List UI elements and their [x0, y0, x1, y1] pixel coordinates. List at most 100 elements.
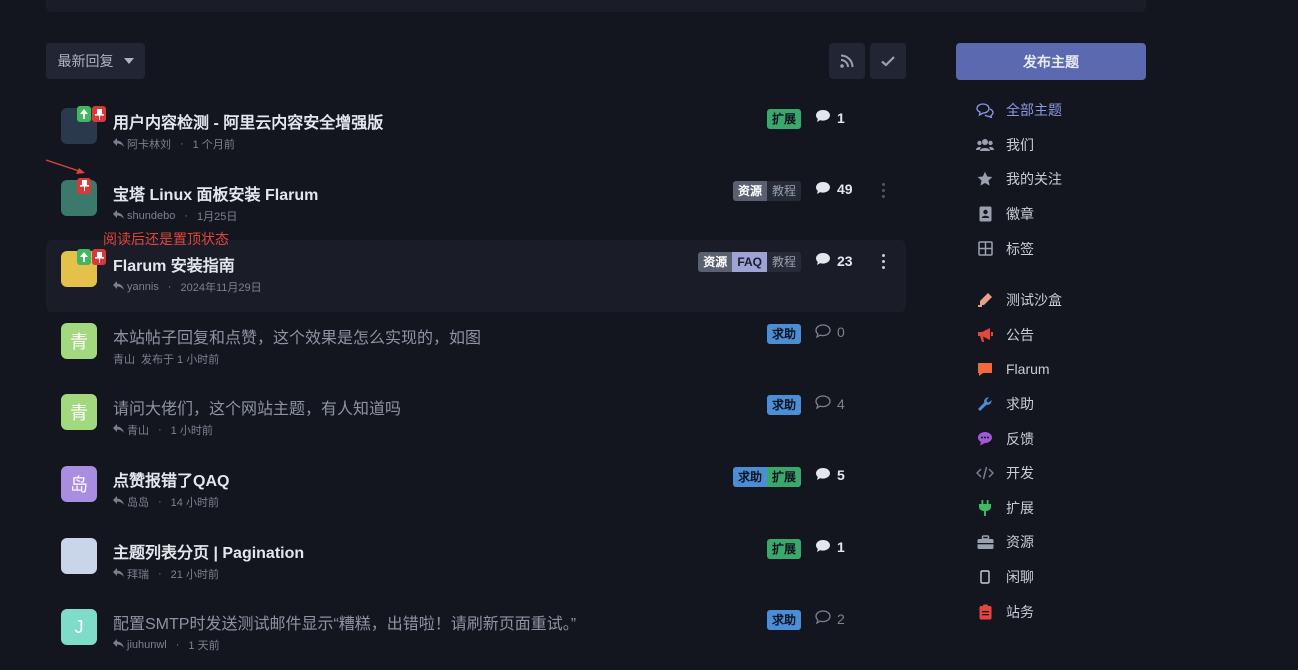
discussion-row[interactable]: 主题列表分页 | Pagination 拜瑞 · 21 小时前 扩展 1	[46, 527, 906, 599]
sidebar-item[interactable]: 标签	[956, 231, 1146, 266]
username[interactable]: 青山	[113, 351, 135, 367]
tag-list: 资源 FAQ 教程	[698, 252, 801, 273]
sidebar-item[interactable]: 反馈	[956, 421, 1146, 456]
avatar[interactable]: 岛	[61, 465, 97, 502]
sidebar-item[interactable]: 站务	[956, 594, 1146, 629]
username[interactable]: shundebo	[127, 210, 175, 222]
tag-label[interactable]: 求助	[732, 466, 767, 487]
discussion-row[interactable]: Flarum 安装指南 yannis · 2024年11月29日 资源 FAQ 教程 23	[46, 240, 906, 312]
avatar[interactable]	[61, 537, 97, 574]
sidebar-item-label: 站务	[1006, 603, 1034, 620]
reply-count[interactable]: 4	[815, 395, 845, 412]
discussion-title[interactable]: Flarum 安装指南	[113, 252, 235, 276]
sidebar-item[interactable]: 闲聊	[956, 560, 1146, 595]
tag-label[interactable]: 求助	[766, 395, 801, 416]
sort-dropdown[interactable]: 最新回复	[46, 43, 145, 79]
discussion-row[interactable]: J 配置SMTP时发送测试邮件显示“糟糕，出错啦！请刷新页面重试。” jiuhunw…	[46, 598, 906, 670]
sidebar-item[interactable]: 求助	[956, 387, 1146, 422]
reply-count[interactable]: 49	[815, 181, 853, 198]
tag-label[interactable]: 教程	[766, 180, 801, 201]
tag-label[interactable]: 求助	[766, 323, 801, 344]
username[interactable]: 岛岛	[127, 494, 149, 510]
reply-count[interactable]: 1	[815, 539, 845, 556]
sidebar-item[interactable]: 测试沙盒	[956, 283, 1146, 318]
sidebar-item[interactable]: 我的关注	[956, 162, 1146, 197]
sidebar: 发布主题 全部主题我们我的关注徽章标签 测试沙盒公告 Flarum 求助反馈开发 扩展…	[956, 43, 1146, 629]
discussion-row[interactable]: 青本站帖子回复和点赞，这个效果是怎么实现的，如图 青山 发布于 1 小时前 求助 0	[46, 312, 906, 384]
username[interactable]: jiuhunwl	[127, 639, 167, 651]
status-badges	[76, 249, 106, 266]
rss-button[interactable]	[829, 43, 865, 79]
avatar[interactable]: J	[61, 609, 97, 646]
comment-icon	[815, 395, 831, 412]
tag-label[interactable]: 扩展	[766, 109, 801, 129]
comments-icon	[976, 103, 994, 118]
discussion-list: 用户内容检测 - 阿里云内容安全增强版 阿卡林刘 · 1 个月前 扩展 1 宝塔 Linux…	[46, 97, 906, 670]
reply-count[interactable]: 0	[815, 324, 845, 341]
discussion-title[interactable]: 用户内容检测 - 阿里云内容安全增强版	[113, 109, 383, 133]
sidebar-item-label: 我的关注	[1006, 171, 1062, 188]
status-badges	[76, 177, 91, 194]
discussion-meta: jiuhunwl · 1 天前	[113, 637, 220, 653]
sidebar-item-label: 徽章	[1006, 206, 1034, 223]
discussion-title[interactable]: 配置SMTP时发送测试邮件显示“糟糕，出错啦！请刷新页面重试。”	[113, 610, 576, 634]
start-discussion-button[interactable]: 发布主题	[956, 43, 1146, 80]
reply-icon	[113, 281, 124, 293]
comment-icon	[815, 252, 831, 269]
tag-label[interactable]: 资源	[698, 252, 733, 273]
discussion-meta: yannis · 2024年11月29日	[113, 279, 262, 295]
tag-label[interactable]: 教程	[766, 252, 801, 273]
username[interactable]: 青山	[127, 422, 149, 438]
rss-icon	[840, 54, 854, 68]
timestamp: 1 个月前	[192, 139, 235, 151]
sidebar-item[interactable]: 扩展	[956, 491, 1146, 526]
sidebar-item[interactable]: 全部主题	[956, 93, 1146, 128]
username[interactable]: 拜瑞	[127, 566, 149, 582]
more-options-icon[interactable]	[882, 254, 886, 270]
tag-label[interactable]: 求助	[766, 610, 801, 631]
sidebar-item[interactable]: 公告	[956, 318, 1146, 353]
sidebar-item-label: 我们	[1006, 136, 1034, 153]
tag-label[interactable]: 扩展	[766, 538, 801, 559]
reply-count[interactable]: 23	[815, 252, 853, 269]
sidebar-item[interactable]: 资源	[956, 525, 1146, 560]
sidebar-item-label: 测试沙盒	[1006, 292, 1062, 309]
chat-icon	[976, 431, 994, 446]
sidebar-item-label: 反馈	[1006, 430, 1034, 447]
reply-count[interactable]: 1	[815, 109, 845, 126]
sidebar-item[interactable]: 我们	[956, 128, 1146, 163]
username[interactable]: 阿卡林刘	[127, 136, 171, 152]
discussion-row[interactable]: 岛点赞报错了QAQ 岛岛 · 14 小时前 求助 扩展 5	[46, 455, 906, 527]
tag-label[interactable]: 扩展	[766, 466, 801, 487]
tag-list: 扩展	[766, 538, 801, 559]
timestamp: 1 小时前	[170, 425, 213, 438]
sidebar-item[interactable]: 开发	[956, 456, 1146, 491]
annotation-text: 阅读后还是置顶状态	[103, 231, 229, 247]
reply-count[interactable]: 5	[815, 467, 845, 484]
username[interactable]: yannis	[127, 281, 159, 293]
reply-count[interactable]: 2	[815, 610, 845, 627]
discussion-title[interactable]: 点赞报错了QAQ	[113, 467, 229, 491]
discussion-title[interactable]: 主题列表分页 | Pagination	[113, 539, 304, 563]
comment-icon	[815, 109, 831, 126]
discussion-meta: 青山 · 1 小时前	[113, 422, 213, 438]
more-options-icon[interactable]	[882, 182, 886, 198]
flarum-icon	[976, 362, 994, 377]
discussion-title[interactable]: 本站帖子回复和点赞，这个效果是怎么实现的，如图	[113, 324, 481, 348]
avatar[interactable]: 青	[61, 322, 97, 359]
sidebar-item[interactable]: 徽章	[956, 197, 1146, 232]
sidebar-nav: 全部主题我们我的关注徽章标签	[956, 93, 1146, 266]
discussion-row[interactable]: 青请问大佬们，这个网站主题，有人知道吗青山 · 1 小时前 求助 4	[46, 383, 906, 455]
tags-icon	[976, 241, 994, 256]
reply-icon	[113, 424, 124, 436]
sidebar-item[interactable]: Flarum	[956, 352, 1146, 387]
tag-list: 扩展	[766, 109, 801, 129]
tag-label[interactable]: 资源	[732, 180, 767, 201]
discussion-title[interactable]: 宝塔 Linux 面板安装 Flarum	[113, 181, 318, 205]
discussion-row[interactable]: 用户内容检测 - 阿里云内容安全增强版 阿卡林刘 · 1 个月前 扩展 1	[46, 97, 906, 169]
reply-count-value: 1	[837, 539, 845, 556]
mark-all-read-button[interactable]	[870, 43, 906, 79]
avatar[interactable]: 青	[61, 394, 97, 431]
discussion-title[interactable]: 请问大佬们，这个网站主题，有人知道吗	[113, 395, 401, 419]
tag-label[interactable]: FAQ	[732, 252, 767, 273]
